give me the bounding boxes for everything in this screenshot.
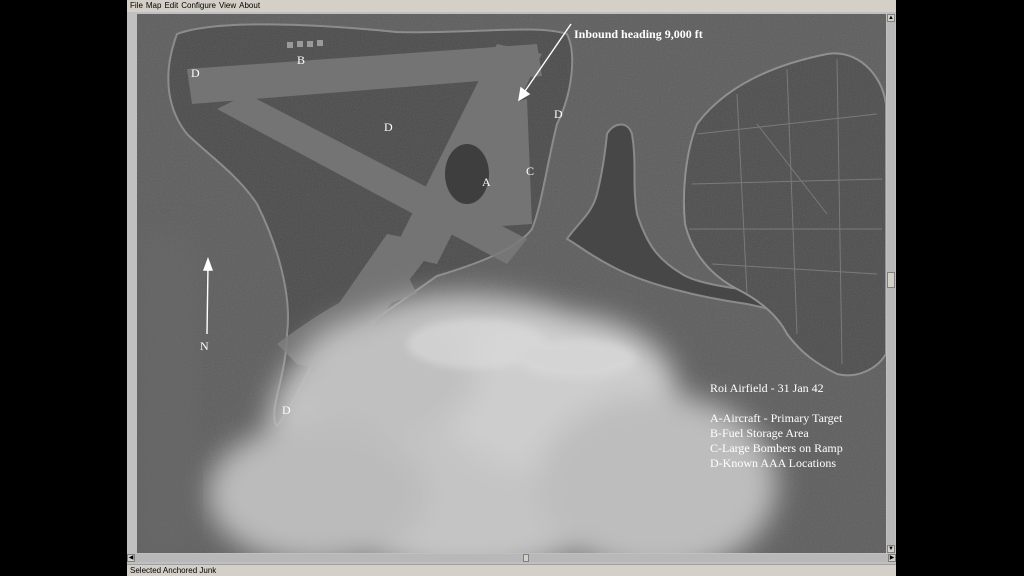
- aerial-photo: [137, 14, 886, 553]
- marker-b: B: [297, 53, 306, 67]
- legend-item-c: C-Large Bombers on Ramp: [710, 441, 843, 455]
- marker-c: C: [526, 164, 535, 178]
- horizontal-scroll-thumb[interactable]: [523, 554, 529, 562]
- aerial-map-view[interactable]: Inbound heading 9,000 ft N A B C D D D D…: [137, 14, 886, 553]
- vertical-scrollbar[interactable]: ▲ ▼: [887, 14, 895, 553]
- marker-a: A: [482, 175, 491, 189]
- scroll-left-arrow-icon[interactable]: ◀: [127, 554, 135, 562]
- legend-item-d: D-Known AAA Locations: [710, 456, 836, 470]
- scroll-up-arrow-icon[interactable]: ▲: [887, 14, 895, 22]
- menu-view[interactable]: View: [216, 0, 236, 12]
- scroll-right-arrow-icon[interactable]: ▶: [888, 554, 896, 562]
- menu-map[interactable]: Map: [143, 0, 162, 12]
- map-application-window: File Map Edit Configure View About Inbou…: [127, 0, 896, 576]
- horizontal-scrollbar[interactable]: ◀ ▶: [127, 554, 896, 562]
- menu-file[interactable]: File: [127, 0, 143, 12]
- marker-d-northeast: D: [554, 107, 563, 121]
- marker-d-center: D: [384, 120, 393, 134]
- menu-configure[interactable]: Configure: [178, 0, 216, 12]
- map-legend: Roi Airfield - 31 Jan 42 A-Aircraft - Pr…: [710, 381, 843, 471]
- marker-d-northwest: D: [191, 66, 200, 80]
- inbound-heading-label: Inbound heading 9,000 ft: [574, 27, 703, 41]
- menu-bar: File Map Edit Configure View About: [127, 0, 896, 12]
- north-label: N: [200, 339, 209, 353]
- menu-about[interactable]: About: [236, 0, 260, 12]
- legend-item-a: A-Aircraft - Primary Target: [710, 411, 843, 425]
- scroll-down-arrow-icon[interactable]: ▼: [887, 545, 895, 553]
- legend-item-b: B-Fuel Storage Area: [710, 426, 809, 440]
- menu-edit[interactable]: Edit: [161, 0, 178, 12]
- marker-d-south: D: [282, 403, 291, 417]
- legend-title: Roi Airfield - 31 Jan 42: [710, 381, 824, 395]
- vertical-scroll-thumb[interactable]: [887, 272, 895, 288]
- status-bar: Selected Anchored Junk: [127, 564, 896, 576]
- apron-area: [445, 144, 489, 204]
